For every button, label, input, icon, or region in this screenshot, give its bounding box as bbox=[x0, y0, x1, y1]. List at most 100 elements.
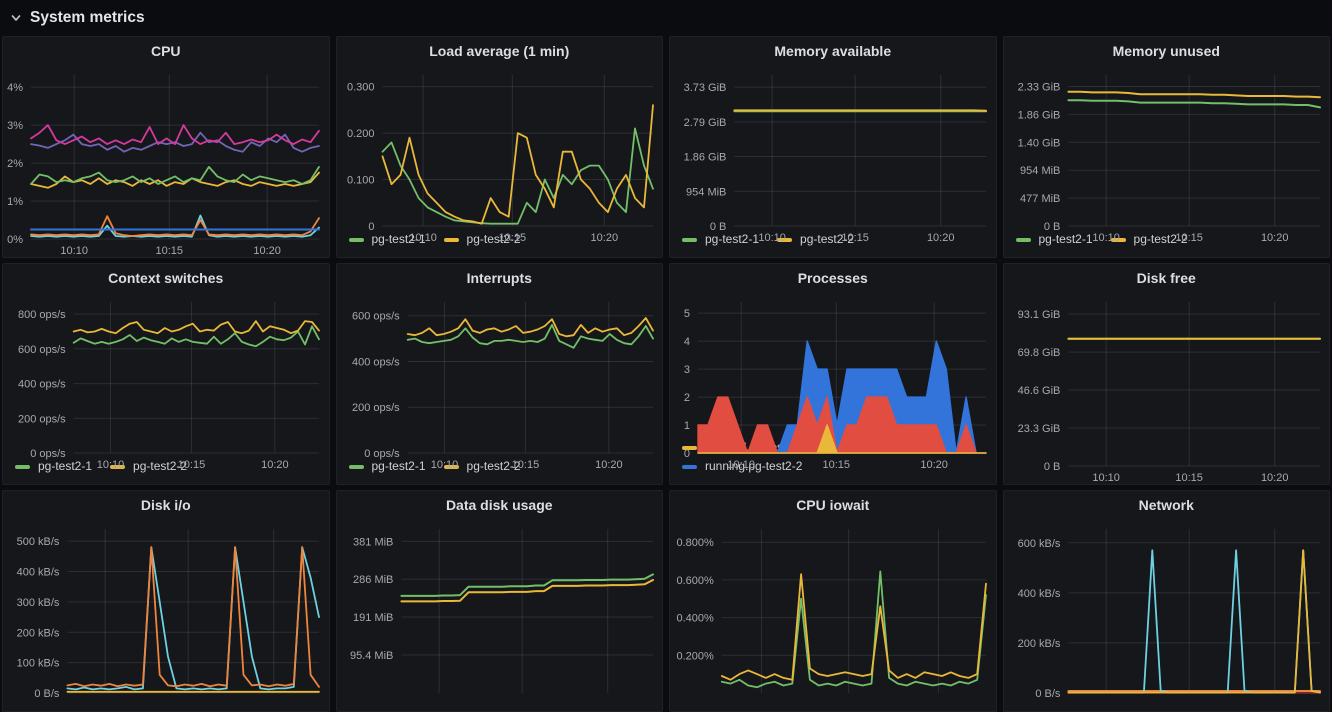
panel-context-switches: Context switches0 ops/s200 ops/s400 ops/… bbox=[2, 263, 330, 485]
y-tick-label: 0.200 bbox=[346, 128, 374, 140]
chart-svg-disk-free[interactable]: 0 B23.3 GiB46.6 GiB69.8 GiB93.1 GiB10:10… bbox=[1004, 292, 1330, 485]
y-tick-label: 0.600% bbox=[676, 575, 714, 587]
chart-svg-context-switches[interactable]: 0 ops/s200 ops/s400 ops/s600 ops/s800 op… bbox=[3, 292, 329, 473]
chart-processes[interactable]: 01234510:1010:1510:20 bbox=[670, 292, 996, 437]
axis-labels: 0 B/s200 kB/s400 kB/s600 kB/s bbox=[1017, 538, 1060, 700]
axis-labels: 0 ops/s200 ops/s400 ops/s600 ops/s10:101… bbox=[351, 311, 622, 471]
x-tick-label: 10:10 bbox=[60, 245, 88, 257]
y-tick-label: 0.300 bbox=[346, 82, 374, 94]
chart-context-switches[interactable]: 0 ops/s200 ops/s400 ops/s600 ops/s800 op… bbox=[3, 292, 329, 456]
grid-lines bbox=[734, 75, 986, 226]
chart-network[interactable]: 0 B/s200 kB/s400 kB/s600 kB/s bbox=[1004, 519, 1330, 711]
x-tick-label: 10:20 bbox=[590, 232, 618, 244]
y-tick-label: 600 ops/s bbox=[18, 344, 66, 356]
panel-title[interactable]: Memory unused bbox=[1004, 37, 1330, 65]
panel-title[interactable]: Disk free bbox=[1004, 264, 1330, 292]
y-tick-label: 2 bbox=[684, 392, 690, 404]
chart-load-average[interactable]: 00.1000.2000.30010:1010:1510:20 bbox=[337, 65, 663, 229]
y-tick-label: 2% bbox=[7, 158, 23, 170]
x-tick-label: 10:20 bbox=[595, 459, 623, 471]
chart-disk-free[interactable]: 0 B23.3 GiB46.6 GiB69.8 GiB93.1 GiB10:10… bbox=[1004, 292, 1330, 484]
y-tick-label: 0 B bbox=[710, 221, 727, 233]
chart-svg-memory-unused[interactable]: 0 B477 MiB954 MiB1.40 GiB1.86 GiB2.33 Gi… bbox=[1004, 65, 1330, 246]
y-tick-label: 2.33 GiB bbox=[1017, 81, 1060, 93]
chart-svg-data-disk-usage[interactable]: 95.4 MiB191 MiB286 MiB381 MiB bbox=[337, 519, 663, 712]
chart-svg-disk-io[interactable]: 0 B/s100 kB/s200 kB/s300 kB/s400 kB/s500… bbox=[3, 519, 329, 712]
y-tick-label: 0 ops/s bbox=[364, 448, 400, 460]
y-tick-label: 191 MiB bbox=[353, 612, 393, 624]
chart-disk-io[interactable]: 0 B/s100 kB/s200 kB/s300 kB/s400 kB/s500… bbox=[3, 519, 329, 711]
y-tick-label: 954 MiB bbox=[1020, 165, 1060, 177]
chart-interrupts[interactable]: 0 ops/s200 ops/s400 ops/s600 ops/s10:101… bbox=[337, 292, 663, 456]
y-tick-label: 0.100 bbox=[346, 175, 374, 187]
panel-title[interactable]: Load average (1 min) bbox=[337, 37, 663, 65]
y-tick-label: 400 kB/s bbox=[1017, 588, 1060, 600]
panel-disk-free: Disk free0 B23.3 GiB46.6 GiB69.8 GiB93.1… bbox=[1003, 263, 1331, 485]
panel-title[interactable]: Data disk usage bbox=[337, 491, 663, 519]
panel-title[interactable]: Memory available bbox=[670, 37, 996, 65]
chart-cpu-iowait[interactable]: 0.200%0.400%0.600%0.800% bbox=[670, 519, 996, 711]
y-tick-label: 954 MiB bbox=[686, 186, 726, 198]
chart-svg-load-average[interactable]: 00.1000.2000.30010:1010:1510:20 bbox=[337, 65, 663, 246]
y-tick-label: 46.6 GiB bbox=[1017, 385, 1060, 397]
panel-title[interactable]: CPU bbox=[3, 37, 329, 65]
y-tick-label: 3.73 GiB bbox=[684, 82, 727, 94]
chart-data-disk-usage[interactable]: 95.4 MiB191 MiB286 MiB381 MiB bbox=[337, 519, 663, 711]
y-tick-label: 23.3 GiB bbox=[1017, 423, 1060, 435]
y-tick-label: 2.79 GiB bbox=[684, 117, 727, 129]
panel-title[interactable]: Context switches bbox=[3, 264, 329, 292]
axis-labels: 0%1%2%3%4%10:1010:1510:20 bbox=[7, 82, 281, 257]
axis-labels: 0 B954 MiB1.86 GiB2.79 GiB3.73 GiB10:101… bbox=[684, 82, 955, 244]
y-tick-label: 0% bbox=[7, 234, 23, 246]
chart-svg-cpu[interactable]: 0%1%2%3%4%10:1010:1510:20 bbox=[3, 65, 329, 258]
panel-title[interactable]: Network bbox=[1004, 491, 1330, 519]
x-tick-label: 10:10 bbox=[97, 459, 125, 471]
axis-labels: 0 B23.3 GiB46.6 GiB69.8 GiB93.1 GiB10:10… bbox=[1017, 309, 1288, 484]
chart-memory-available[interactable]: 0 B954 MiB1.86 GiB2.79 GiB3.73 GiB10:101… bbox=[670, 65, 996, 229]
axis-labels: 0 ops/s200 ops/s400 ops/s600 ops/s800 op… bbox=[18, 309, 289, 471]
y-tick-label: 400 ops/s bbox=[351, 356, 399, 368]
y-tick-label: 0.200% bbox=[676, 650, 714, 662]
panel-title[interactable]: Interrupts bbox=[337, 264, 663, 292]
y-tick-label: 300 kB/s bbox=[17, 597, 60, 609]
y-tick-label: 200 kB/s bbox=[17, 627, 60, 639]
grid-lines bbox=[74, 302, 319, 453]
y-tick-label: 381 MiB bbox=[353, 536, 393, 548]
chart-cpu[interactable]: 0%1%2%3%4%10:1010:1510:20 bbox=[3, 65, 329, 257]
x-tick-label: 10:20 bbox=[1260, 232, 1288, 244]
x-tick-label: 10:20 bbox=[261, 459, 289, 471]
chart-svg-processes[interactable]: 01234510:1010:1510:20 bbox=[670, 292, 996, 473]
y-tick-label: 600 kB/s bbox=[1017, 538, 1060, 550]
grid-lines bbox=[1068, 75, 1320, 226]
row-collapse-toggle[interactable]: System metrics bbox=[9, 9, 145, 27]
panel-cpu: CPU0%1%2%3%4%10:1010:1510:20 bbox=[2, 36, 330, 258]
x-tick-label: 10:15 bbox=[841, 232, 869, 244]
y-tick-label: 1% bbox=[7, 196, 23, 208]
x-tick-label: 10:15 bbox=[822, 459, 850, 471]
panel-network: Network0 B/s200 kB/s400 kB/s600 kB/s bbox=[1003, 490, 1331, 712]
y-tick-label: 3% bbox=[7, 120, 23, 132]
chart-svg-cpu-iowait[interactable]: 0.200%0.400%0.600%0.800% bbox=[670, 519, 996, 712]
panel-title[interactable]: Disk i/o bbox=[3, 491, 329, 519]
x-tick-label: 10:15 bbox=[155, 245, 183, 257]
y-tick-label: 200 ops/s bbox=[18, 413, 66, 425]
y-tick-label: 800 ops/s bbox=[18, 309, 66, 321]
panel-cpu-iowait: CPU iowait 0.200%0.400%0.600%0.800% bbox=[669, 490, 997, 712]
x-tick-label: 10:10 bbox=[727, 459, 755, 471]
chart-svg-interrupts[interactable]: 0 ops/s200 ops/s400 ops/s600 ops/s10:101… bbox=[337, 292, 663, 473]
y-tick-label: 0 B/s bbox=[34, 688, 60, 700]
y-tick-label: 477 MiB bbox=[1020, 193, 1060, 205]
axis-labels: 0.200%0.400%0.600%0.800% bbox=[676, 537, 714, 662]
chart-svg-network[interactable]: 0 B/s200 kB/s400 kB/s600 kB/s bbox=[1004, 519, 1330, 712]
x-tick-label: 10:20 bbox=[253, 245, 281, 257]
x-tick-label: 10:15 bbox=[498, 232, 526, 244]
y-tick-label: 1.86 GiB bbox=[1017, 109, 1060, 121]
y-tick-label: 0 B/s bbox=[1035, 688, 1061, 700]
grid-lines bbox=[1068, 529, 1320, 693]
panel-title[interactable]: Processes bbox=[670, 264, 996, 292]
panel-title[interactable]: CPU iowait bbox=[670, 491, 996, 519]
x-tick-label: 10:15 bbox=[1175, 232, 1203, 244]
chart-memory-unused[interactable]: 0 B477 MiB954 MiB1.40 GiB1.86 GiB2.33 Gi… bbox=[1004, 65, 1330, 229]
chart-svg-memory-available[interactable]: 0 B954 MiB1.86 GiB2.79 GiB3.73 GiB10:101… bbox=[670, 65, 996, 246]
x-tick-label: 10:10 bbox=[758, 232, 786, 244]
